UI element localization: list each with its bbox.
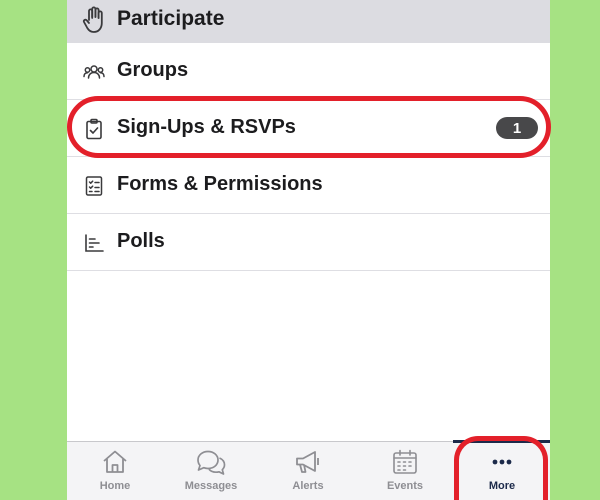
bottom-tab-bar: Home Messages Alerts Events More — [67, 440, 550, 500]
menu-item-label: Forms & Permissions — [117, 173, 323, 195]
checklist-form-icon — [85, 176, 103, 196]
chat-bubbles-icon — [197, 450, 226, 475]
tab-label: More — [488, 480, 516, 492]
tab-label: Events — [386, 480, 424, 492]
more-dots-icon — [492, 459, 512, 465]
phone-screen: Participate Groups Sign-Ups & RSVPs 1 Fo… — [67, 0, 550, 500]
megaphone-icon — [296, 451, 319, 473]
home-icon — [103, 450, 127, 473]
tab-events[interactable]: Events — [357, 442, 453, 500]
section-title: Participate — [117, 7, 225, 30]
tab-home[interactable]: Home — [67, 442, 163, 500]
tab-messages[interactable]: Messages — [163, 442, 259, 500]
menu-item-groups[interactable]: Groups — [67, 43, 550, 100]
tab-more[interactable]: More — [454, 442, 550, 500]
people-icon — [83, 65, 105, 79]
menu-item-label: Polls — [117, 230, 165, 252]
tab-label: Alerts — [292, 480, 324, 492]
count-badge: 1 — [496, 117, 538, 139]
tab-label: Messages — [184, 480, 238, 492]
calendar-icon — [393, 449, 417, 474]
tab-label: Home — [99, 480, 131, 492]
raised-hand-icon — [82, 6, 103, 33]
clipboard-check-icon — [86, 118, 102, 140]
menu-item-label: Groups — [117, 59, 189, 81]
participate-section-header: Participate — [67, 0, 550, 43]
menu-item-forms-permissions[interactable]: Forms & Permissions — [67, 157, 550, 214]
tab-alerts[interactable]: Alerts — [260, 442, 356, 500]
bar-chart-icon — [85, 234, 104, 252]
menu-item-polls[interactable]: Polls — [67, 214, 550, 271]
menu-item-sign-ups-rsvps[interactable]: Sign-Ups & RSVPs 1 — [67, 100, 550, 157]
menu-item-label: Sign-Ups & RSVPs — [117, 116, 296, 138]
